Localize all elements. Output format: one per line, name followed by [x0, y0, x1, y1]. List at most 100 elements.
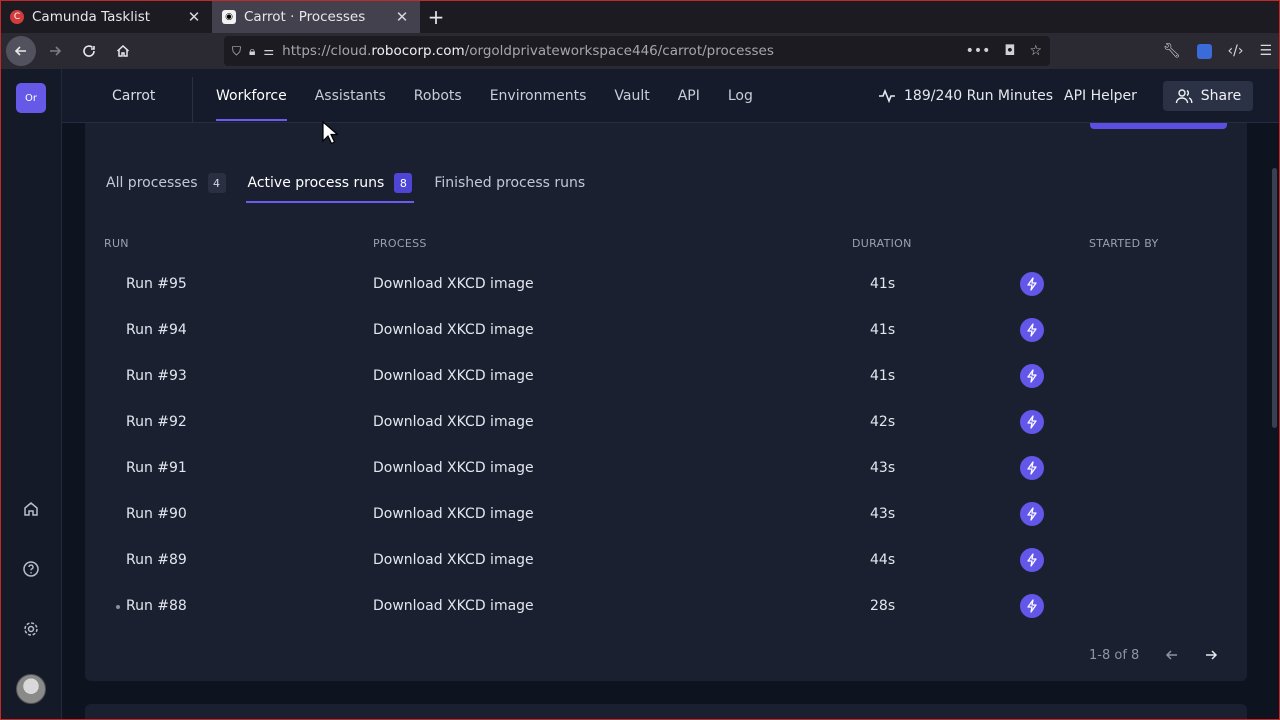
process-tabs: All processes 4 Active process runs 8 Fi…	[106, 163, 607, 203]
home-button[interactable]	[108, 36, 138, 66]
nav-vault[interactable]: Vault	[614, 69, 649, 123]
run-duration: 41s	[870, 276, 896, 292]
process-name[interactable]: Download XKCD image	[373, 368, 534, 384]
run-id[interactable]: Run #95	[126, 276, 187, 292]
help-icon[interactable]	[20, 558, 42, 580]
nav-workforce[interactable]: Workforce	[216, 69, 287, 123]
run-id[interactable]: Run #92	[126, 414, 187, 430]
column-header-run[interactable]: RUN	[104, 237, 129, 250]
lightning-icon[interactable]	[1020, 364, 1044, 388]
nav-api[interactable]: API	[678, 69, 700, 123]
bookmark-star-icon[interactable]: ☆	[1029, 43, 1042, 59]
run-minutes-label: 189/240 Run Minutes	[904, 88, 1054, 104]
table-row[interactable]: Run #92 Download XKCD image 42s	[85, 400, 1247, 446]
pocket-icon[interactable]: ◘	[1004, 43, 1015, 59]
process-name[interactable]: Download XKCD image	[373, 460, 534, 476]
tab-finished-process-runs[interactable]: Finished process runs	[434, 165, 585, 201]
table-row[interactable]: Run #89 Download XKCD image 44s	[85, 538, 1247, 584]
run-duration: 44s	[870, 552, 896, 568]
forward-button[interactable]	[40, 36, 70, 66]
arrow-left-icon	[14, 46, 26, 56]
menu-icon[interactable]: ☰	[1259, 43, 1272, 59]
new-tab-button[interactable]: +	[420, 0, 452, 33]
home-icon[interactable]	[20, 498, 42, 520]
browser-tab-strip: C Camunda Tasklist ✕ ◉ Carrot · Processe…	[0, 0, 1280, 33]
process-name[interactable]: Download XKCD image	[373, 276, 534, 292]
run-duration: 43s	[870, 506, 896, 522]
back-button[interactable]	[6, 36, 36, 66]
url-bar[interactable]: ⛉ 🔒︎ ⚌ https://cloud.robocorp.com/orgold…	[224, 36, 1050, 66]
tab-count-badge: 4	[207, 173, 226, 193]
run-id[interactable]: Run #93	[126, 368, 187, 384]
mouse-cursor-icon	[322, 121, 338, 145]
table-row[interactable]: Run #94 Download XKCD image 41s	[85, 308, 1247, 354]
run-id[interactable]: Run #94	[126, 322, 187, 338]
lightning-icon[interactable]	[1020, 594, 1044, 618]
scrollbar-thumb[interactable]	[1272, 168, 1277, 428]
process-name[interactable]: Download XKCD image	[373, 506, 534, 522]
pagination: 1-8 of 8	[85, 645, 1247, 669]
tab-active-process-runs[interactable]: Active process runs 8	[245, 165, 415, 203]
run-id[interactable]: Run #88	[126, 598, 187, 614]
lightning-icon[interactable]	[1020, 318, 1044, 342]
next-page-icon[interactable]	[1201, 645, 1221, 665]
primary-action-button-edge[interactable]	[1090, 123, 1227, 129]
run-duration: 43s	[870, 460, 896, 476]
nav-robots[interactable]: Robots	[414, 69, 462, 123]
user-avatar[interactable]	[16, 674, 46, 704]
app-header: Carrot Workforce Assistants Robots Envir…	[62, 69, 1280, 123]
reload-icon	[83, 45, 95, 57]
process-name[interactable]: Download XKCD image	[373, 598, 534, 614]
run-duration: 28s	[870, 598, 896, 614]
browser-tab-carrot[interactable]: ◉ Carrot · Processes ✕	[212, 0, 420, 33]
more-options-icon[interactable]: •••	[966, 43, 991, 59]
process-name[interactable]: Download XKCD image	[373, 414, 534, 430]
table-row[interactable]: Run #90 Download XKCD image 43s	[85, 492, 1247, 538]
column-header-duration[interactable]: DURATION	[852, 237, 912, 250]
permissions-icon[interactable]: ⚌	[263, 44, 274, 58]
share-button[interactable]: Share	[1163, 81, 1253, 111]
nav-environments[interactable]: Environments	[490, 69, 587, 123]
table-row[interactable]: Run #95 Download XKCD image 41s	[85, 262, 1247, 308]
settings-icon[interactable]	[20, 618, 42, 640]
lightning-icon[interactable]	[1020, 502, 1044, 526]
lightning-icon[interactable]	[1020, 548, 1044, 572]
workspace-name[interactable]: Carrot	[112, 69, 155, 123]
lightning-icon[interactable]	[1020, 272, 1044, 296]
run-id[interactable]: Run #89	[126, 552, 187, 568]
run-duration: 41s	[870, 322, 896, 338]
browser-nav-bar: ⛉ 🔒︎ ⚌ https://cloud.robocorp.com/orgold…	[0, 33, 1280, 69]
lightning-icon[interactable]	[1020, 410, 1044, 434]
run-id[interactable]: Run #91	[126, 460, 187, 476]
reload-button[interactable]	[74, 36, 104, 66]
close-tab-icon[interactable]: ✕	[394, 8, 410, 26]
table-row[interactable]: Run #88 Download XKCD image 28s	[85, 584, 1247, 630]
column-header-started-by[interactable]: STARTED BY	[1089, 237, 1159, 250]
nav-assistants[interactable]: Assistants	[315, 69, 386, 123]
previous-page-icon[interactable]	[1162, 645, 1182, 665]
api-helper-link[interactable]: API Helper	[1064, 69, 1137, 123]
shield-icon[interactable]: ⛉	[232, 44, 241, 59]
activity-icon	[879, 89, 895, 103]
dev-tools-icon[interactable]: ‹/›	[1228, 43, 1244, 59]
run-minutes[interactable]: 189/240 Run Minutes	[878, 69, 1053, 123]
process-name[interactable]: Download XKCD image	[373, 322, 534, 338]
process-name[interactable]: Download XKCD image	[373, 552, 534, 568]
column-header-process[interactable]: PROCESS	[373, 237, 427, 250]
tab-all-processes[interactable]: All processes 4	[106, 165, 226, 201]
table-row[interactable]: Run #93 Download XKCD image 41s	[85, 354, 1247, 400]
table-row[interactable]: Run #91 Download XKCD image 43s	[85, 446, 1247, 492]
nav-log[interactable]: Log	[728, 69, 753, 123]
lightning-icon[interactable]	[1020, 456, 1044, 480]
browser-tab-camunda[interactable]: C Camunda Tasklist ✕	[0, 0, 212, 33]
pagination-range: 1-8 of 8	[1089, 648, 1140, 663]
run-duration: 42s	[870, 414, 896, 430]
organization-badge[interactable]: Or	[16, 83, 46, 113]
close-tab-icon[interactable]: ✕	[186, 8, 202, 26]
wrench-icon[interactable]: 🔧︎	[1163, 43, 1181, 59]
lock-icon[interactable]: 🔒︎	[249, 44, 255, 59]
main-content: All processes 4 Active process runs 8 Fi…	[63, 123, 1269, 720]
bitwarden-icon[interactable]	[1196, 43, 1212, 59]
page-scrollbar[interactable]	[1269, 123, 1280, 720]
run-id[interactable]: Run #90	[126, 506, 187, 522]
